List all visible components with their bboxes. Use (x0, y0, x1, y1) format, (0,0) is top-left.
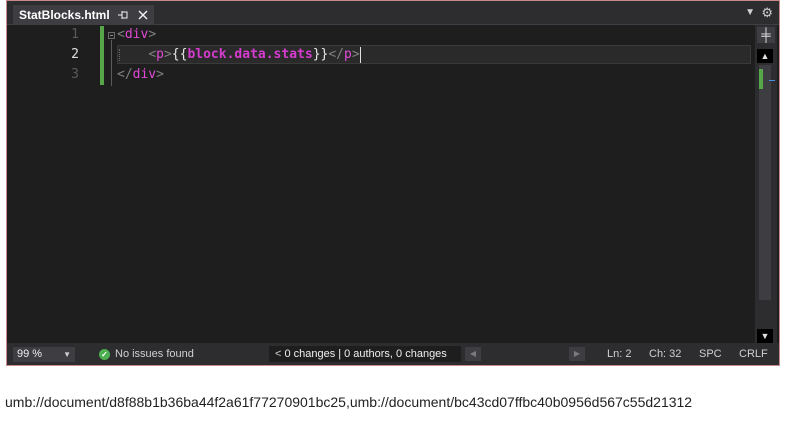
line-number: 3 (71, 67, 79, 82)
scrollbar-change-marker (759, 69, 763, 89)
binding-brace: }} (312, 47, 329, 62)
tag-bracket: < (117, 27, 125, 42)
tag-name: div (132, 67, 157, 82)
code-line[interactable]: <div> (117, 25, 156, 45)
code-line[interactable]: </div> (117, 65, 164, 85)
editor-window: StatBlocks.html ▼ ⚙ 1 2 3 <div> <p>{{blo… (6, 0, 780, 366)
char-indicator[interactable]: Ch: 32 (649, 347, 681, 362)
line-number-active: 2 (71, 47, 79, 62)
vertical-scrollbar[interactable]: ╪ ▲ ▼ (755, 25, 777, 343)
code-editor[interactable]: 1 2 3 <div> <p>{{block.data.stats}}</p> … (7, 25, 779, 343)
tag-bracket: > (163, 47, 172, 62)
document-uri-text: umb://document/d8f88b1b36ba44f2a61f77270… (5, 394, 693, 410)
change-marker-bar (100, 26, 104, 85)
text-caret (359, 46, 361, 63)
editor-status-bar: 99 % ▼ ✓ No issues found < 0 changes | 0… (7, 343, 779, 365)
tag-bracket: > (351, 47, 360, 62)
codelens-changes[interactable]: < 0 changes | 0 authors, 0 changes (269, 346, 461, 362)
chevron-down-icon[interactable]: ▼ (745, 7, 755, 18)
tab-statblocks[interactable]: StatBlocks.html (13, 5, 154, 25)
issues-label: No issues found (115, 348, 194, 360)
fold-collapse-icon[interactable] (108, 32, 115, 39)
scrollbar-track[interactable] (759, 65, 771, 300)
zoom-value: 99 % (17, 348, 43, 360)
tab-title: StatBlocks.html (19, 8, 110, 22)
chevron-left-icon[interactable]: < (275, 348, 281, 360)
tag-bracket: > (156, 67, 164, 82)
indent-mode-indicator[interactable]: SPC (699, 347, 722, 362)
close-icon[interactable] (136, 8, 150, 22)
line-number-gutter: 1 2 3 (7, 25, 99, 343)
zoom-dropdown[interactable]: 99 % ▼ (13, 347, 75, 362)
changes-label: 0 changes (284, 348, 336, 360)
tag-bracket: </ (117, 67, 133, 82)
tag-name: p (156, 47, 164, 62)
authors-label: 0 authors, 0 changes (344, 348, 447, 360)
check-circle-icon: ✓ (99, 349, 110, 360)
tab-strip: StatBlocks.html ▼ ⚙ (7, 1, 779, 25)
scrollbar-caret-marker (769, 80, 775, 81)
line-ending-indicator[interactable]: CRLF (739, 347, 768, 362)
tag-name: div (124, 27, 149, 42)
fold-guide (111, 40, 112, 86)
chevron-down-icon: ▼ (63, 350, 71, 359)
split-editor-icon[interactable]: ╪ (757, 27, 775, 43)
line-number: 1 (71, 27, 79, 42)
code-line-current[interactable]: <p>{{block.data.stats}}</p> (117, 45, 361, 65)
scroll-down-icon[interactable]: ▼ (757, 329, 773, 343)
issues-indicator[interactable]: ✓ No issues found (99, 347, 194, 362)
tag-bracket: </ (328, 47, 344, 62)
tag-bracket: < (148, 47, 157, 62)
changes-separator: | (338, 348, 342, 360)
pin-icon[interactable] (116, 8, 130, 22)
scroll-left-icon[interactable]: ◀ (465, 347, 481, 361)
line-indicator[interactable]: Ln: 2 (607, 347, 631, 362)
gear-icon[interactable]: ⚙ (761, 5, 773, 21)
scroll-up-icon[interactable]: ▲ (757, 49, 773, 63)
tag-bracket: > (148, 27, 157, 42)
tag-name: p (344, 47, 352, 62)
scroll-right-icon[interactable]: ▶ (569, 347, 585, 361)
binding-brace: {{ (171, 47, 188, 62)
binding-expression: block.data.stats (187, 47, 313, 62)
